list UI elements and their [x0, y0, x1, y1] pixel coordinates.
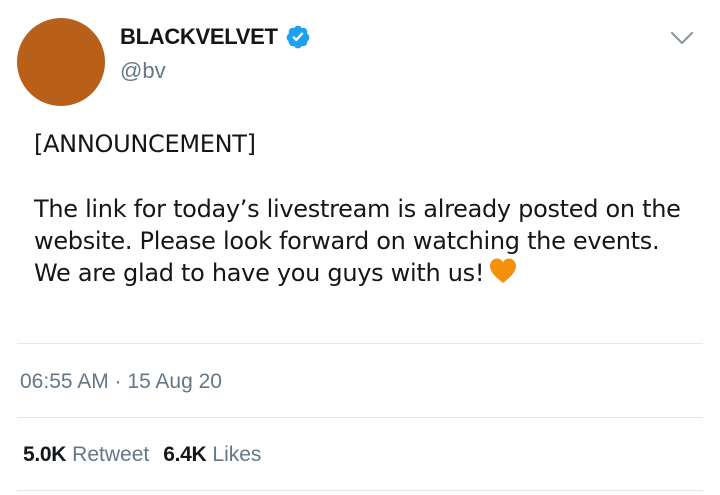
- likes-stat[interactable]: 6.4K Likes: [163, 443, 261, 467]
- tweet-timestamp[interactable]: 06:55 AM · 15 Aug 20: [20, 370, 222, 394]
- retweets-label: Retweet: [72, 443, 150, 466]
- avatar[interactable]: [17, 18, 105, 106]
- tweet-text-paragraph: The link for today’s livestream is alrea…: [34, 193, 684, 289]
- chevron-down-icon[interactable]: [668, 26, 696, 50]
- likes-count: 6.4K: [163, 443, 207, 466]
- retweets-count: 5.0K: [23, 443, 67, 466]
- tweet-text-heading: [ANNOUNCEMENT]: [34, 130, 256, 158]
- tweet-stats: 5.0K Retweet 6.4K Likes: [23, 443, 261, 467]
- divider: [17, 417, 703, 418]
- orange-heart-icon: [488, 257, 518, 285]
- author-name-row: BLACKVELVET: [120, 22, 311, 52]
- tweet-card: BLACKVELVET @bv [ANNOUNCEMENT] The link …: [0, 0, 720, 495]
- likes-label: Likes: [212, 443, 262, 466]
- tweet-text-body: The link for today’s livestream is alrea…: [34, 195, 681, 287]
- divider: [17, 490, 703, 491]
- tweet-text: [ANNOUNCEMENT] The link for today’s live…: [34, 128, 684, 289]
- display-name[interactable]: BLACKVELVET: [120, 24, 278, 50]
- verified-badge-icon: [285, 24, 311, 50]
- divider: [17, 343, 703, 344]
- retweets-stat[interactable]: 5.0K Retweet: [23, 443, 149, 467]
- author-handle[interactable]: @bv: [120, 58, 166, 84]
